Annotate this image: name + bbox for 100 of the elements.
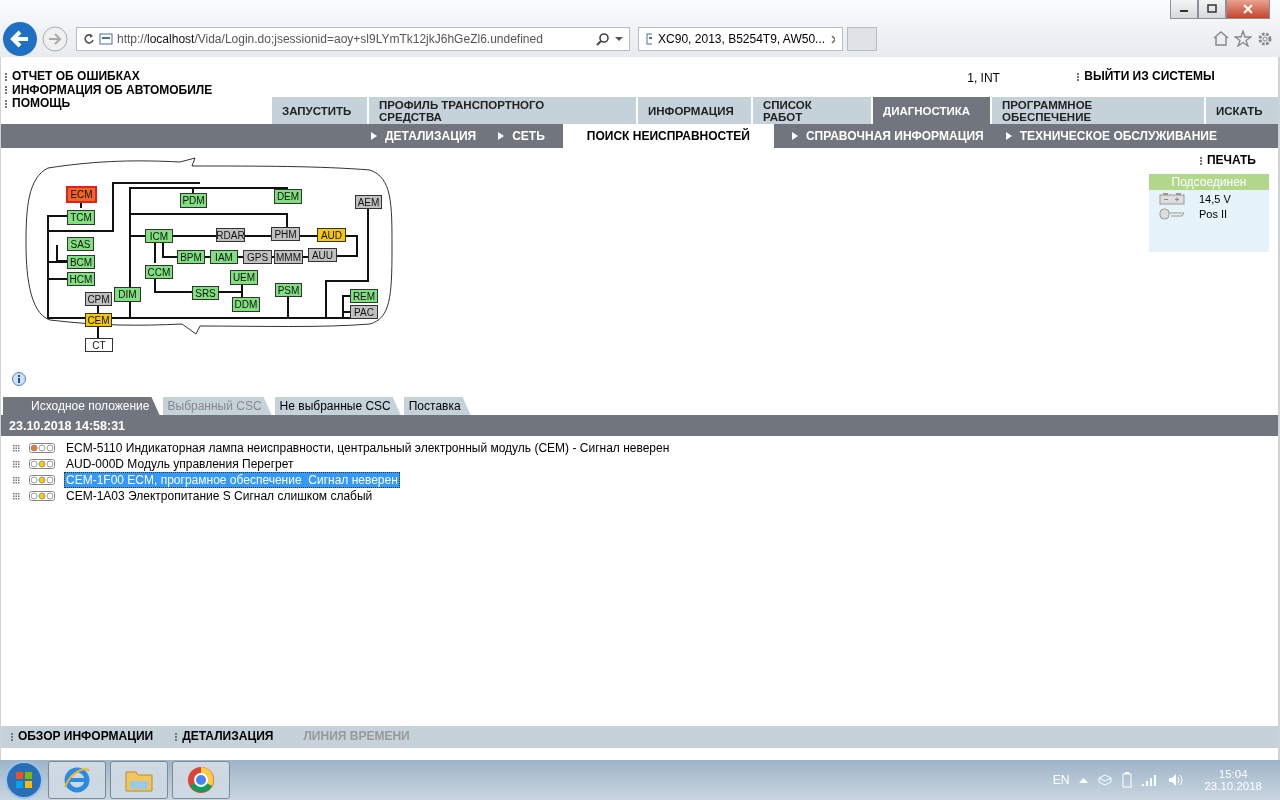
clock-date: 23.10.2018 bbox=[1204, 780, 1262, 792]
caret-icon bbox=[371, 132, 377, 140]
module-node[interactable]: GPS bbox=[243, 250, 272, 264]
module-node[interactable]: PHM bbox=[271, 227, 300, 241]
logout-link[interactable]: ВЫЙТИ ИЗ СИСТЕМЫ bbox=[1084, 70, 1215, 84]
module-node[interactable]: CT bbox=[85, 338, 113, 352]
browser-icon bbox=[62, 765, 92, 795]
module-node[interactable]: PSM bbox=[275, 283, 302, 297]
grip-icon bbox=[5, 72, 8, 81]
refresh-icon bbox=[83, 33, 95, 45]
module-node[interactable]: RDAR bbox=[216, 228, 245, 242]
grip-icon[interactable] bbox=[13, 476, 20, 484]
caret-icon[interactable] bbox=[615, 36, 623, 42]
module-node[interactable]: BPM bbox=[177, 250, 205, 264]
browser-tab[interactable]: XC90, 2013, B5254T9, AW50... bbox=[638, 27, 843, 51]
clock-time: 15:04 bbox=[1218, 768, 1248, 780]
sub-tab[interactable]: ДЕТАЛИЗАЦИЯ bbox=[367, 124, 481, 148]
close-button[interactable] bbox=[1226, 0, 1270, 19]
caret-icon bbox=[1005, 132, 1012, 140]
fault-tab[interactable]: Поставка bbox=[403, 397, 471, 415]
module-node[interactable]: MMM bbox=[274, 250, 303, 264]
header-link[interactable]: ОТЧЕТ ОБ ОШИБКАХ bbox=[12, 70, 140, 84]
caret-icon bbox=[791, 132, 798, 140]
main-tab[interactable]: ИНФОРМАЦИЯ bbox=[638, 97, 751, 124]
module-node[interactable]: ECM bbox=[66, 186, 97, 203]
bottom-nav-link[interactable]: ОБЗОР ИНФОРМАЦИИ bbox=[18, 730, 154, 744]
module-node[interactable]: DIM bbox=[114, 287, 141, 302]
start-button[interactable] bbox=[4, 760, 44, 800]
grip-icon[interactable] bbox=[13, 460, 20, 468]
maximize-button[interactable] bbox=[1198, 0, 1226, 19]
module-node[interactable]: BCM bbox=[67, 255, 95, 269]
module-node[interactable]: PDM bbox=[180, 193, 207, 208]
module-node[interactable]: TCM bbox=[67, 210, 95, 225]
sub-tab[interactable]: СПРАВОЧНАЯ ИНФОРМАЦИЯ bbox=[787, 124, 988, 148]
page-icon bbox=[646, 33, 653, 45]
bottom-nav-link[interactable]: ДЕТАЛИЗАЦИЯ bbox=[182, 730, 274, 744]
user-label: 1, INT bbox=[967, 71, 1001, 85]
module-node[interactable]: AEM bbox=[355, 195, 382, 209]
main-tab[interactable]: ПРОГРАММНОЕ ОБЕСПЕЧЕНИЕ bbox=[992, 97, 1204, 124]
maximize-icon bbox=[1207, 4, 1217, 14]
session-time: 23.10.2018 14:58:31 bbox=[9, 418, 126, 433]
module-node[interactable]: IAM bbox=[210, 250, 238, 264]
taskbar-app-button[interactable] bbox=[110, 761, 168, 799]
fault-item[interactable]: AUD-000D Модуль управления Перегрет bbox=[64, 456, 296, 472]
module-node[interactable]: SAS bbox=[67, 237, 94, 251]
voltage-value: 14,5 V bbox=[1199, 192, 1231, 205]
fault-item[interactable]: CEM-1A03 Электропитание S Сигнал слишком слабый bbox=[64, 488, 375, 504]
grip-icon bbox=[175, 733, 179, 741]
caret-icon bbox=[498, 132, 505, 140]
grip-icon bbox=[1077, 72, 1081, 81]
settings-icon[interactable] bbox=[1256, 30, 1274, 48]
module-node[interactable]: REM bbox=[350, 289, 378, 303]
taskbar-app-button[interactable] bbox=[48, 761, 106, 799]
main-tab[interactable]: СПИСОК РАБОТ bbox=[753, 97, 871, 124]
back-button[interactable] bbox=[2, 21, 38, 57]
grip-icon[interactable] bbox=[13, 444, 20, 452]
address-field[interactable]: http://localhost/Vida/Login.do;jsessionid=aoy+sl9LYmTk12jkJ6hGeZl6.undefined bbox=[76, 27, 630, 51]
battery-icon bbox=[1159, 192, 1185, 205]
sub-tab[interactable]: СЕТЬ bbox=[494, 124, 549, 148]
header-link[interactable]: ИНФОРМАЦИЯ ОБ АВТОМОБИЛЕ bbox=[12, 83, 213, 97]
grip-icon[interactable] bbox=[13, 492, 20, 500]
info-icon[interactable] bbox=[11, 372, 27, 388]
module-node[interactable]: PAC bbox=[350, 305, 378, 319]
main-tab[interactable]: ПРОФИЛЬ ТРАНСПОРТНОГО СРЕДСТВА bbox=[369, 97, 636, 124]
forward-button[interactable] bbox=[42, 26, 68, 52]
key-icon bbox=[1159, 207, 1185, 220]
taskbar-app-button[interactable] bbox=[172, 761, 230, 799]
home-icon[interactable] bbox=[1212, 30, 1230, 46]
module-node[interactable]: DEM bbox=[274, 189, 302, 204]
grip-icon bbox=[1199, 156, 1203, 165]
ignition-value: Pos II bbox=[1199, 207, 1228, 220]
grip-icon bbox=[11, 733, 14, 741]
fault-tab[interactable]: Не выбранные CSC bbox=[274, 397, 401, 415]
module-node[interactable]: UEM bbox=[230, 270, 258, 285]
module-node[interactable]: AUU bbox=[308, 248, 337, 262]
connection-status: Подсоединен bbox=[1149, 173, 1269, 190]
grip-icon bbox=[5, 86, 8, 95]
grip-icon bbox=[5, 99, 8, 108]
module-node[interactable]: AUD bbox=[317, 228, 346, 242]
module-node[interactable]: SRS bbox=[192, 286, 219, 300]
header-link[interactable]: ПОМОЩЬ bbox=[12, 97, 71, 111]
print-link[interactable]: ПЕЧАТЬ bbox=[1206, 154, 1256, 168]
fault-tab[interactable]: Исходное положение bbox=[3, 397, 160, 415]
sub-tab[interactable]: ПОИСК НЕИСПРАВНОСТЕЙ bbox=[562, 124, 774, 148]
fault-item[interactable]: ECM-5110 Индикаторная лампа неисправности, центральный электронный модуль (CEM) - Сигнал неверен bbox=[64, 440, 672, 456]
module-node[interactable]: DDM bbox=[232, 297, 260, 312]
module-node[interactable]: CCM bbox=[145, 265, 173, 279]
search-icon[interactable] bbox=[595, 32, 611, 46]
main-tab[interactable]: ДИАГНОСТИКА bbox=[873, 97, 990, 124]
module-node[interactable]: CPM bbox=[85, 292, 112, 306]
main-tab[interactable]: ЗАПУСТИТЬ bbox=[272, 97, 367, 124]
module-node[interactable]: ICM bbox=[145, 229, 173, 243]
module-node[interactable]: HCM bbox=[67, 272, 95, 286]
minimize-button[interactable] bbox=[1170, 0, 1198, 19]
main-tab[interactable]: ИСКАТЬ bbox=[1206, 97, 1278, 124]
module-node[interactable]: CEM bbox=[85, 313, 112, 327]
sub-tab[interactable]: ТЕХНИЧЕСКОЕ ОБСЛУЖИВАНИЕ bbox=[1001, 124, 1221, 148]
star-icon[interactable] bbox=[1234, 30, 1252, 47]
browser-icon bbox=[186, 765, 216, 795]
page-icon bbox=[99, 33, 113, 45]
